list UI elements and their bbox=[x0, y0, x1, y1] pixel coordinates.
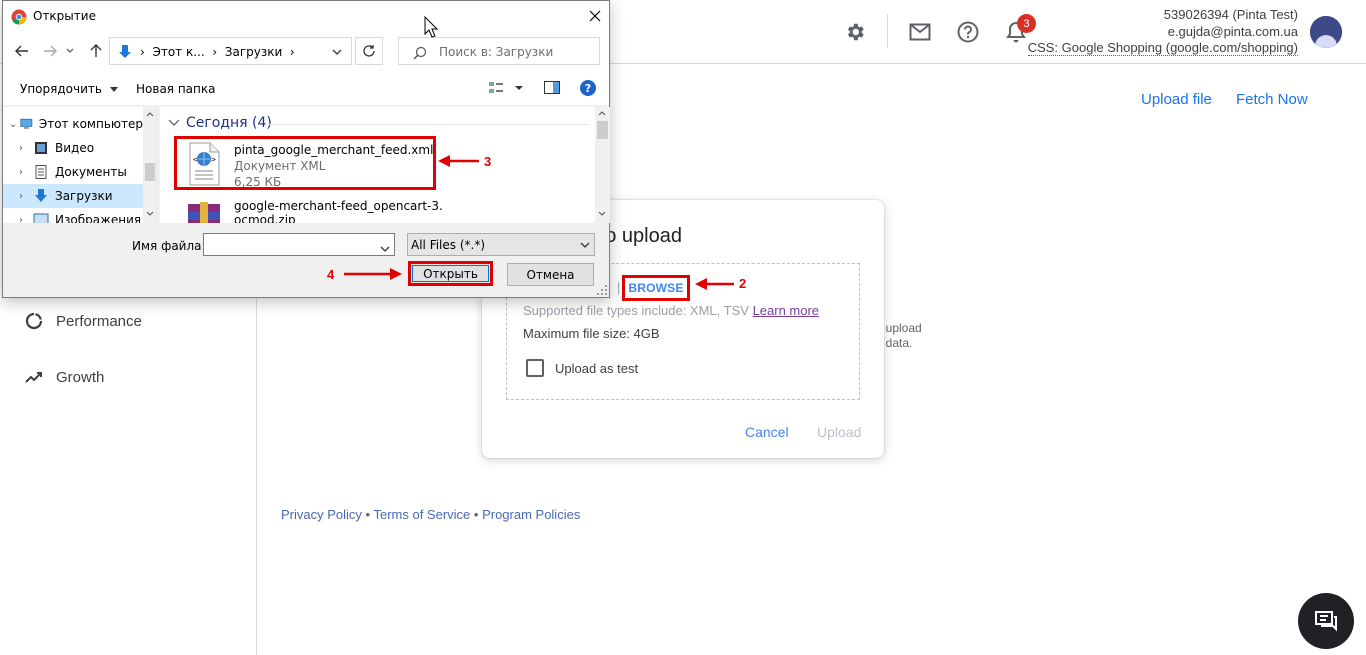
file-item-zip[interactable]: google-merchant-feed_opencart-3. ocmod.z… bbox=[178, 195, 443, 223]
up-arrow-icon[interactable] bbox=[87, 42, 105, 60]
file-list: Сегодня (4) < > pinta_google_merchant_fee… bbox=[160, 107, 610, 223]
chat-support-button[interactable] bbox=[1298, 593, 1354, 649]
program-policies-link[interactable]: Program Policies bbox=[482, 507, 580, 522]
open-button[interactable]: Открыть bbox=[408, 261, 493, 286]
refresh-icon[interactable] bbox=[355, 37, 383, 65]
downloads-folder-icon bbox=[35, 189, 47, 202]
video-folder-icon bbox=[35, 142, 47, 154]
file-open-dialog: Открытие › Этот к... › Загрузки › Поиск … bbox=[2, 0, 610, 298]
growth-icon bbox=[24, 367, 44, 387]
top-divider bbox=[887, 14, 888, 48]
zip-archive-icon bbox=[188, 202, 220, 223]
background-text: , upload bbox=[879, 321, 922, 335]
address-row: › Этот к... › Загрузки › Поиск в: Загруз… bbox=[3, 32, 609, 70]
supported-file-types: Supported file types include: XML, TSV L… bbox=[523, 303, 820, 318]
chevron-down-icon bbox=[168, 119, 180, 126]
breadcrumb-downloads[interactable]: Загрузки bbox=[225, 45, 283, 59]
tree-item-documents[interactable]: › Документы bbox=[3, 160, 143, 184]
upload-as-test-checkbox[interactable] bbox=[526, 359, 544, 377]
forward-arrow-icon[interactable] bbox=[41, 42, 59, 60]
help-icon[interactable] bbox=[952, 16, 984, 48]
annotation-number-4: 4 bbox=[327, 267, 335, 282]
mouse-cursor-icon bbox=[424, 16, 438, 38]
search-icon bbox=[413, 45, 427, 64]
resize-grip-icon[interactable] bbox=[597, 285, 607, 295]
tree-item-downloads[interactable]: › Загрузки bbox=[3, 184, 143, 208]
sidebar-item-label: Performance bbox=[56, 312, 142, 330]
address-bar[interactable]: › Этот к... › Загрузки › bbox=[109, 37, 352, 65]
command-bar: Упорядочить Новая папка ? bbox=[3, 70, 609, 106]
sidebar-item-performance[interactable]: Performance bbox=[24, 311, 142, 331]
dialog-title: Открытие bbox=[33, 9, 96, 23]
tree-item-this-pc[interactable]: ⌄ Этот компьютер bbox=[3, 112, 143, 136]
footer-links: Privacy Policy • Terms of Service • Prog… bbox=[281, 507, 581, 522]
annotation-arrow-2 bbox=[695, 278, 734, 290]
computer-icon bbox=[20, 118, 33, 129]
mail-icon[interactable] bbox=[904, 16, 936, 48]
chrome-icon bbox=[11, 9, 27, 25]
filename-input[interactable] bbox=[203, 233, 395, 256]
upload-button[interactable]: Upload bbox=[817, 424, 861, 440]
file-name-continued: ocmod.zip bbox=[234, 213, 296, 223]
filename-label: Имя файла: bbox=[132, 239, 206, 253]
view-options-icon[interactable] bbox=[489, 81, 527, 98]
chevron-down-icon bbox=[109, 87, 118, 92]
group-header-today[interactable]: Сегодня (4) bbox=[168, 115, 272, 131]
settings-gear-icon[interactable] bbox=[839, 16, 871, 48]
breadcrumb-this-pc[interactable]: Этот к... bbox=[152, 45, 204, 59]
search-input[interactable]: Поиск в: Загрузки bbox=[398, 37, 600, 65]
new-folder-button[interactable]: Новая папка bbox=[136, 82, 215, 96]
images-folder-icon bbox=[33, 213, 49, 223]
file-list-scrollbar[interactable] bbox=[595, 107, 610, 223]
sidebar-item-growth[interactable]: Growth bbox=[24, 367, 104, 387]
upload-file-link[interactable]: Upload file bbox=[1141, 91, 1212, 108]
chevron-down-icon[interactable] bbox=[580, 238, 590, 252]
cancel-button[interactable]: Cancel bbox=[745, 424, 789, 440]
max-file-size: Maximum file size: 4GB bbox=[523, 326, 660, 341]
tree-item-video[interactable]: › Видео bbox=[3, 136, 143, 160]
documents-folder-icon bbox=[35, 165, 47, 179]
close-icon[interactable] bbox=[586, 7, 604, 25]
dialog-titlebar: Открытие bbox=[3, 1, 609, 32]
annotation-arrow-4 bbox=[344, 268, 402, 280]
search-placeholder: Поиск в: Загрузки bbox=[439, 45, 554, 59]
dialog-bottom-bar: Имя файла: All Files (*.*) Открыть Отмен… bbox=[3, 223, 609, 297]
chat-icon bbox=[1315, 611, 1337, 632]
file-type-filter-select[interactable]: All Files (*.*) bbox=[407, 233, 595, 256]
background-text: t data. bbox=[879, 336, 913, 350]
performance-icon bbox=[24, 311, 44, 331]
upload-as-test-label: Upload as test bbox=[555, 361, 639, 376]
browse-separator: | bbox=[617, 280, 621, 295]
terms-of-service-link[interactable]: Terms of Service bbox=[373, 507, 470, 522]
tree-item-images[interactable]: › Изображения bbox=[3, 208, 143, 223]
privacy-policy-link[interactable]: Privacy Policy bbox=[281, 507, 362, 522]
browse-button[interactable]: BROWSE bbox=[622, 275, 690, 301]
annotation-number-2: 2 bbox=[739, 276, 747, 291]
chevron-down-icon[interactable] bbox=[332, 45, 342, 59]
help-question-icon[interactable]: ? bbox=[580, 80, 596, 96]
learn-more-link[interactable]: Learn more bbox=[753, 303, 819, 318]
account-id: 539026394 (Pinta Test) bbox=[1163, 7, 1298, 22]
recent-chevron-down-icon[interactable] bbox=[65, 42, 75, 60]
dialog-cancel-button[interactable]: Отмена bbox=[507, 263, 594, 286]
account-css: CSS: Google Shopping (google.com/shoppin… bbox=[1027, 40, 1298, 56]
annotation-number-3: 3 bbox=[484, 154, 492, 169]
account-email: e.gujda@pinta.com.ua bbox=[1167, 23, 1298, 39]
back-arrow-icon[interactable] bbox=[13, 42, 31, 60]
downloads-arrow-icon bbox=[119, 45, 131, 58]
account-info[interactable]: 539026394 (Pinta Test) e.gujda@pinta.com… bbox=[1027, 7, 1298, 57]
tree-scrollbar[interactable] bbox=[143, 107, 156, 223]
annotation-highlight-3 bbox=[174, 136, 436, 190]
organize-button[interactable]: Упорядочить bbox=[20, 82, 118, 96]
fetch-now-link[interactable]: Fetch Now bbox=[1236, 91, 1308, 108]
file-name: google-merchant-feed_opencart-3. bbox=[234, 199, 443, 213]
annotation-arrow-3 bbox=[438, 155, 479, 167]
navigation-tree: ⌄ Этот компьютер › Видео › Документы › З… bbox=[3, 107, 157, 223]
preview-pane-icon[interactable] bbox=[544, 81, 560, 97]
user-avatar[interactable] bbox=[1310, 16, 1342, 48]
sidebar-item-label: Growth bbox=[56, 368, 105, 386]
chevron-down-icon[interactable] bbox=[380, 238, 390, 257]
